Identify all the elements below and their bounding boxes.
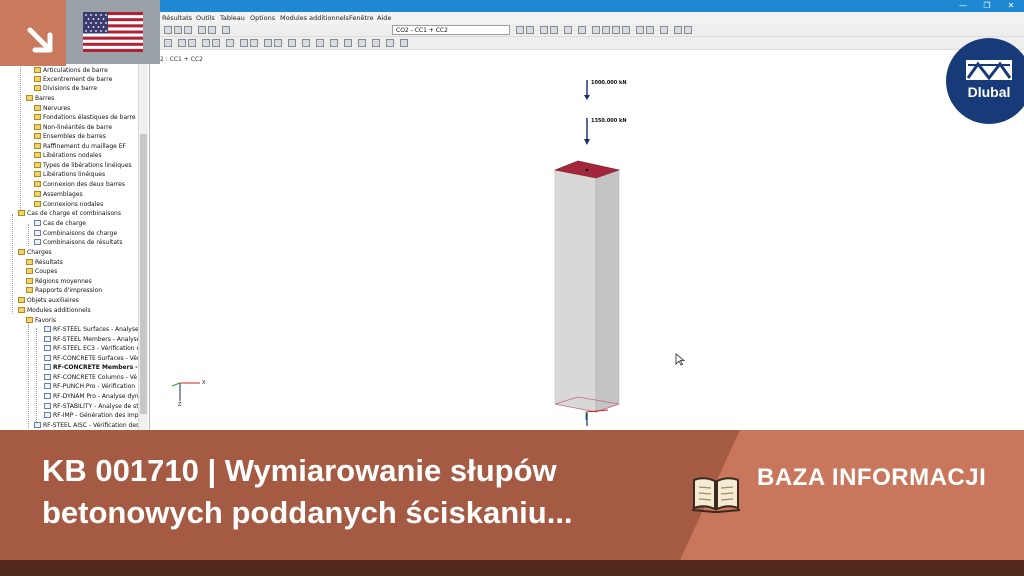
- load-arrow-2: [584, 118, 590, 145]
- book-icon: [691, 477, 741, 513]
- load-value-label: 1000.000 kN: [591, 80, 627, 86]
- axes-icon: [171, 382, 200, 401]
- screen: { "window": { "min_glyph": "—", "max_gly…: [0, 0, 1024, 576]
- language-flag-panel[interactable]: [66, 0, 160, 64]
- concrete-column: [553, 160, 621, 426]
- article-title[interactable]: KB 001710 | Wymiarowanie słupów betonowy…: [42, 450, 682, 534]
- axis-z-label: Z: [178, 402, 182, 408]
- bridge-logo-icon: [966, 60, 1012, 81]
- load-value-label: 1350.000 kN: [591, 118, 627, 124]
- load-arrow-1: [584, 80, 590, 100]
- us-flag-icon: [83, 12, 143, 52]
- knowledge-base-label: BAZA INFORMACJI: [757, 464, 987, 491]
- axis-x-label: X: [202, 380, 206, 386]
- mouse-cursor-icon: [675, 353, 685, 366]
- corner-accent: [0, 0, 66, 66]
- dlubal-logo: [946, 38, 1024, 124]
- dlubal-wordmark: Dlubal: [967, 84, 1011, 100]
- arrow-down-right-icon: [27, 27, 53, 53]
- footer-strip: [0, 560, 1024, 576]
